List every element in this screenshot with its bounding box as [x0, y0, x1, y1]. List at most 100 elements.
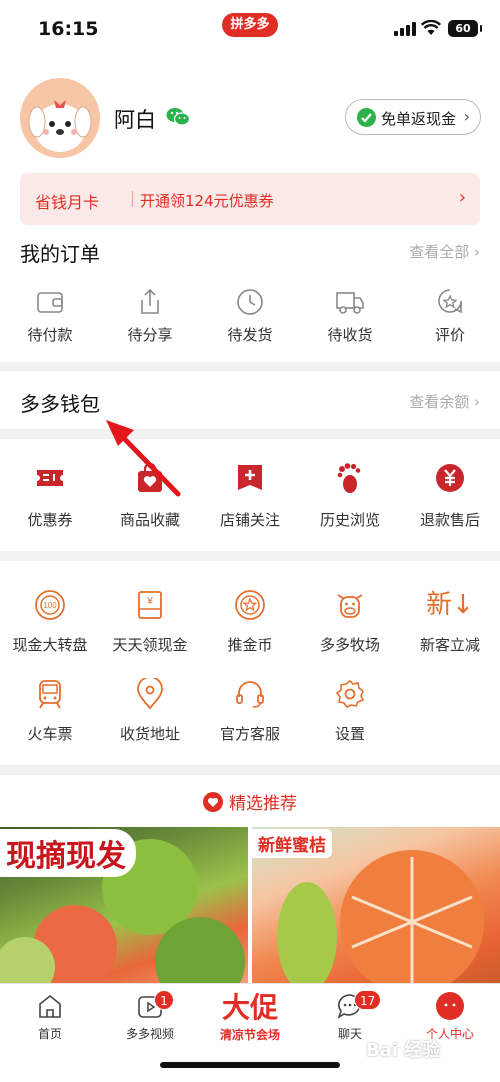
app-badge: 拼多多 — [222, 13, 278, 37]
footprint-icon — [337, 463, 361, 493]
check-icon — [357, 108, 376, 127]
coin-icon — [235, 590, 265, 620]
coupon-icon — [37, 470, 63, 486]
profile-icon — [436, 992, 464, 1020]
cow-icon — [337, 594, 363, 618]
store-follow-icon — [238, 465, 262, 490]
shortcut-store-follow[interactable]: 店铺关注 — [200, 462, 300, 530]
avatar-dog-icon — [28, 100, 92, 152]
product-card[interactable]: 现摘现发 — [0, 827, 248, 987]
video-badge: 1 — [154, 990, 174, 1010]
home-indicator[interactable] — [160, 1062, 340, 1068]
profile-header: 阿白 免单返现金 › 省钱月卡 开通领124元优惠券 › — [0, 58, 500, 230]
order-item-label: 待收货 — [327, 326, 373, 344]
shortcut-coupons[interactable]: 优惠券 — [0, 462, 100, 530]
view-all-label: 查看全部 — [409, 243, 470, 261]
grid-label: 多多牧场 — [319, 636, 380, 654]
divider — [132, 191, 133, 207]
order-pending-receive[interactable]: 待收货 — [300, 288, 400, 354]
shortcut-label: 退款售后 — [419, 511, 480, 529]
tab-label: 多多视频 — [125, 1027, 174, 1041]
grid-item-settings[interactable]: 设置 — [300, 678, 400, 744]
annotation-arrow — [106, 420, 181, 497]
watermark: Bai 经验 — [366, 1040, 441, 1061]
order-pending-ship[interactable]: 待发货 — [200, 288, 300, 354]
cash-envelope-icon: ¥ — [138, 591, 162, 619]
grid-item-push-coin[interactable]: 推金币 — [200, 589, 300, 655]
svg-text:100: 100 — [43, 601, 57, 610]
product-card[interactable]: 新鲜蜜桔 — [252, 827, 500, 987]
location-icon — [137, 678, 163, 710]
grid-item-ranch[interactable]: 多多牧场 — [300, 589, 400, 655]
month-card-banner[interactable]: 省钱月卡 开通领124元优惠券 › — [20, 173, 480, 225]
grid-label: 新客立减 — [419, 636, 480, 654]
product-tag: 现摘现发 — [0, 829, 136, 877]
shortcut-refund[interactable]: 退款售后 — [400, 462, 500, 530]
order-item-label: 评价 — [434, 326, 465, 344]
tab-promo[interactable]: 大促 清凉节会场 — [200, 992, 300, 1043]
truck-icon — [336, 292, 364, 314]
grid-label: 收货地址 — [119, 725, 180, 743]
cashback-label: 免单返现金 — [381, 110, 457, 128]
wallet-section[interactable]: 多多钱包 查看余额 › — [0, 371, 500, 429]
shortcut-label: 历史浏览 — [319, 511, 380, 529]
tab-chat[interactable]: 17 聊天 — [300, 990, 400, 1042]
screen: 16:15 拼多多 60 阿白 免单返现金 › 省钱月卡 开通领124元优惠券 … — [0, 0, 500, 1082]
grid-label: 官方客服 — [219, 725, 280, 743]
promo-title: 大促 — [221, 991, 278, 1024]
chevron-right-icon: › — [458, 187, 466, 208]
avatar[interactable] — [20, 78, 100, 158]
orders-section: 我的订单 查看全部 › 待付款 待分享 待发货 待收货 评价 — [0, 226, 500, 362]
chat-badge: 17 — [354, 990, 382, 1010]
shortcut-label: 店铺关注 — [219, 511, 280, 529]
grid-item-customer-service[interactable]: 官方客服 — [200, 678, 300, 744]
orders-view-all-link[interactable]: 查看全部 › — [409, 241, 480, 262]
grid-label: 天天领现金 — [112, 636, 188, 654]
grid-label: 推金币 — [227, 636, 273, 654]
tab-home[interactable]: 首页 — [0, 992, 100, 1042]
tab-video[interactable]: 1 多多视频 — [100, 990, 200, 1042]
order-pending-share[interactable]: 待分享 — [100, 288, 200, 354]
shortcut-label: 商品收藏 — [119, 511, 180, 529]
tab-label: 首页 — [37, 1027, 62, 1041]
refund-icon — [436, 464, 464, 492]
wallet-icon — [37, 292, 63, 313]
view-balance-label: 查看余额 — [409, 393, 470, 411]
grid-item-daily-cash[interactable]: ¥ 天天领现金 — [100, 589, 200, 655]
shortcuts-section: 优惠券 商品收藏 店铺关注 历史浏览 退款售后 — [0, 439, 500, 551]
shortcut-label: 优惠券 — [27, 511, 73, 529]
train-icon — [39, 680, 61, 709]
status-bar: 16:15 拼多多 60 — [0, 0, 500, 58]
wheel-icon: 100 — [35, 590, 65, 620]
grid-item-new-customer[interactable]: 新↓ 新客立减 — [400, 589, 500, 655]
tab-label: 清凉节会场 — [219, 1028, 280, 1042]
order-item-label: 待付款 — [27, 326, 73, 344]
grid-item-address[interactable]: 收货地址 — [100, 678, 200, 744]
settings-icon — [335, 679, 365, 709]
order-review[interactable]: 评价 — [400, 288, 500, 354]
wallet-title: 多多钱包 — [20, 392, 100, 416]
svg-text:¥: ¥ — [146, 596, 153, 607]
month-card-desc: 开通领124元优惠券 — [140, 192, 274, 210]
wallet-balance-link[interactable]: 查看余额 › — [409, 391, 480, 412]
home-icon — [39, 994, 61, 1018]
chevron-right-icon: › — [463, 107, 470, 126]
tab-me[interactable]: 个人中心 — [400, 992, 500, 1042]
status-time: 16:15 — [38, 18, 99, 40]
username: 阿白 — [114, 108, 156, 132]
grid-item-train-tickets[interactable]: 火车票 — [0, 678, 100, 744]
new-discount-icon: 新↓ — [426, 590, 474, 620]
signal-icon — [394, 22, 416, 36]
cashback-button[interactable]: 免单返现金 › — [345, 99, 481, 135]
order-item-label: 待分享 — [127, 326, 173, 344]
share-icon — [141, 288, 159, 314]
recommend-title: 精选推荐 — [0, 789, 500, 814]
heart-icon — [203, 792, 223, 812]
battery-icon: 60 — [448, 20, 482, 37]
clock-icon — [237, 289, 263, 315]
grid-item-cash-wheel[interactable]: 100 现金大转盘 — [0, 589, 100, 655]
recommend-title-text: 精选推荐 — [229, 794, 297, 814]
product-tag: 新鲜蜜桔 — [252, 829, 332, 858]
order-pending-payment[interactable]: 待付款 — [0, 288, 100, 354]
shortcut-history[interactable]: 历史浏览 — [300, 462, 400, 530]
